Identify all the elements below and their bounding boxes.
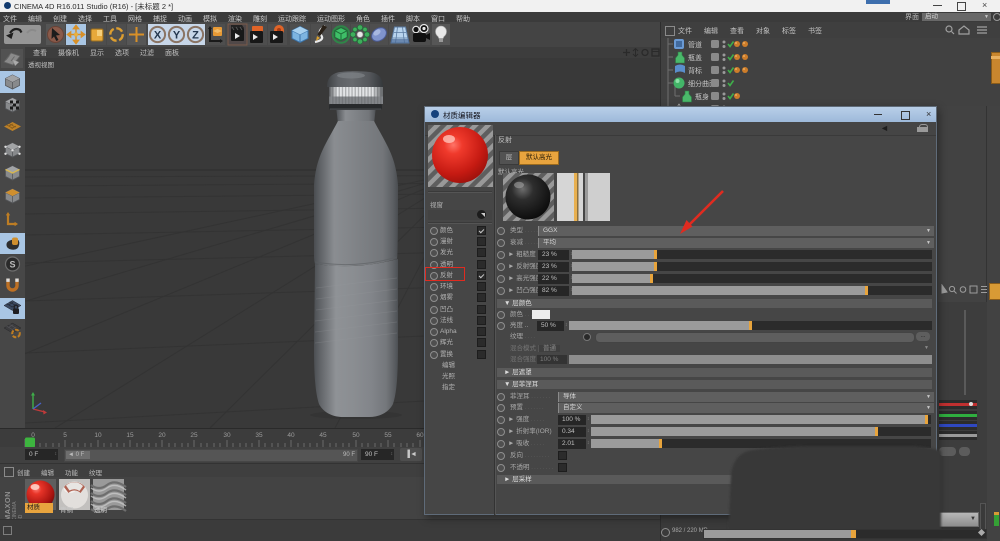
svg-text:55: 55: [384, 432, 392, 439]
svg-text:背标: 背标: [688, 66, 702, 75]
svg-text:瓶身: 瓶身: [695, 92, 709, 101]
svg-text:25: 25: [190, 432, 198, 439]
svg-text:瓶盖: 瓶盖: [688, 53, 702, 62]
svg-text:10: 10: [94, 432, 102, 439]
svg-text:45: 45: [319, 432, 327, 439]
svg-text:X: X: [154, 30, 162, 42]
svg-text:Z: Z: [192, 30, 199, 42]
svg-text:35: 35: [255, 432, 263, 439]
svg-text:20: 20: [158, 432, 166, 439]
svg-text:15: 15: [126, 432, 134, 439]
svg-text:5: 5: [63, 432, 67, 439]
svg-text:40: 40: [287, 432, 295, 439]
svg-text:Y: Y: [173, 30, 181, 42]
svg-text:管道: 管道: [688, 40, 702, 49]
svg-text:50: 50: [352, 432, 360, 439]
svg-text:60: 60: [416, 432, 424, 439]
svg-text:30: 30: [223, 432, 231, 439]
svg-text:S: S: [9, 260, 15, 270]
